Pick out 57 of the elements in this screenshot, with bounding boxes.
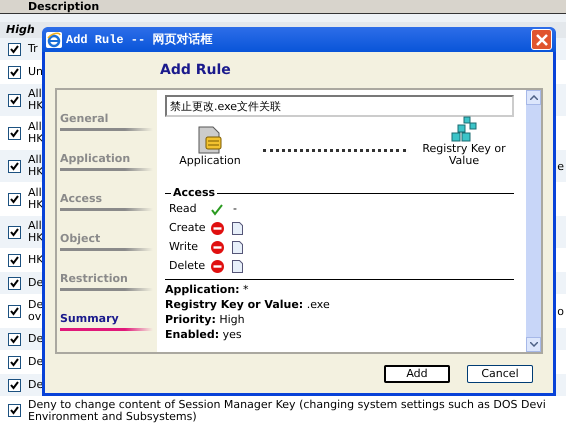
checkbox[interactable]	[8, 378, 21, 392]
row-description: De	[28, 356, 44, 368]
close-icon	[536, 34, 548, 46]
permission-note: -	[233, 201, 237, 218]
wizard-step[interactable]: Application	[57, 141, 153, 181]
permission-label: Delete	[169, 258, 206, 274]
permission-label: Create	[169, 220, 207, 236]
checkbox[interactable]	[8, 254, 21, 266]
wizard-step[interactable]: Restriction	[57, 261, 153, 301]
checkbox[interactable]	[8, 332, 21, 346]
node-label: Registry Key or Value	[421, 143, 507, 167]
checkbox[interactable]	[8, 126, 21, 140]
wizard-step[interactable]: Summary	[57, 301, 153, 341]
close-button[interactable]	[531, 29, 552, 50]
checkbox[interactable]	[8, 94, 21, 106]
application-icon	[197, 125, 223, 155]
row-description: De	[28, 277, 44, 289]
scroll-down-icon[interactable]	[530, 342, 538, 347]
dialog-button[interactable]: Cancel	[467, 364, 533, 382]
row-description: De ov	[28, 299, 44, 323]
node-label: Application	[179, 155, 241, 167]
checkbox[interactable]	[8, 276, 21, 290]
row-description: De	[28, 333, 44, 345]
summary-line: Enabled: yes	[165, 327, 243, 342]
row-description: Tr	[28, 43, 38, 55]
row-description: Deny to change content of Session Manager Key (changing system settings such as DOS Devi Environment and Subsystems)	[28, 398, 546, 422]
checkbox[interactable]	[8, 42, 21, 56]
dialog-button[interactable]: Add	[384, 364, 450, 382]
row-description: e	[557, 160, 565, 172]
cubes-icon	[450, 115, 478, 143]
summary-line: Registry Key or Value: .exe	[165, 297, 331, 312]
row-description: o	[557, 304, 565, 318]
summary-line: Application: *	[165, 282, 250, 297]
browser-icon	[46, 32, 62, 48]
row-description: Un	[28, 66, 44, 78]
wizard-step[interactable]: General	[57, 101, 153, 141]
permission-label: Read	[169, 201, 198, 218]
document-icon	[232, 260, 243, 273]
wizard-step[interactable]: Object	[57, 221, 153, 261]
scrollbar[interactable]	[526, 90, 541, 352]
checkbox[interactable]	[8, 304, 21, 318]
document-icon	[232, 241, 243, 254]
column-header: Description	[0, 0, 566, 14]
checkbox[interactable]	[8, 356, 21, 368]
checkbox[interactable]	[8, 404, 21, 417]
row-description: De	[28, 379, 44, 391]
checkbox[interactable]	[8, 192, 21, 206]
scroll-up-icon[interactable]	[530, 95, 538, 100]
document-icon	[232, 222, 243, 235]
summary-line: Priority: High	[165, 312, 246, 327]
checkbox[interactable]	[8, 160, 21, 172]
checkbox[interactable]	[8, 66, 21, 78]
checkbox[interactable]	[8, 226, 21, 238]
dialog-heading: Add Rule	[159, 61, 232, 80]
name-field[interactable]: 禁止更改.exe文件关联	[165, 95, 514, 117]
permission-label: Write	[169, 239, 200, 256]
wizard-step[interactable]: Access	[57, 181, 153, 221]
